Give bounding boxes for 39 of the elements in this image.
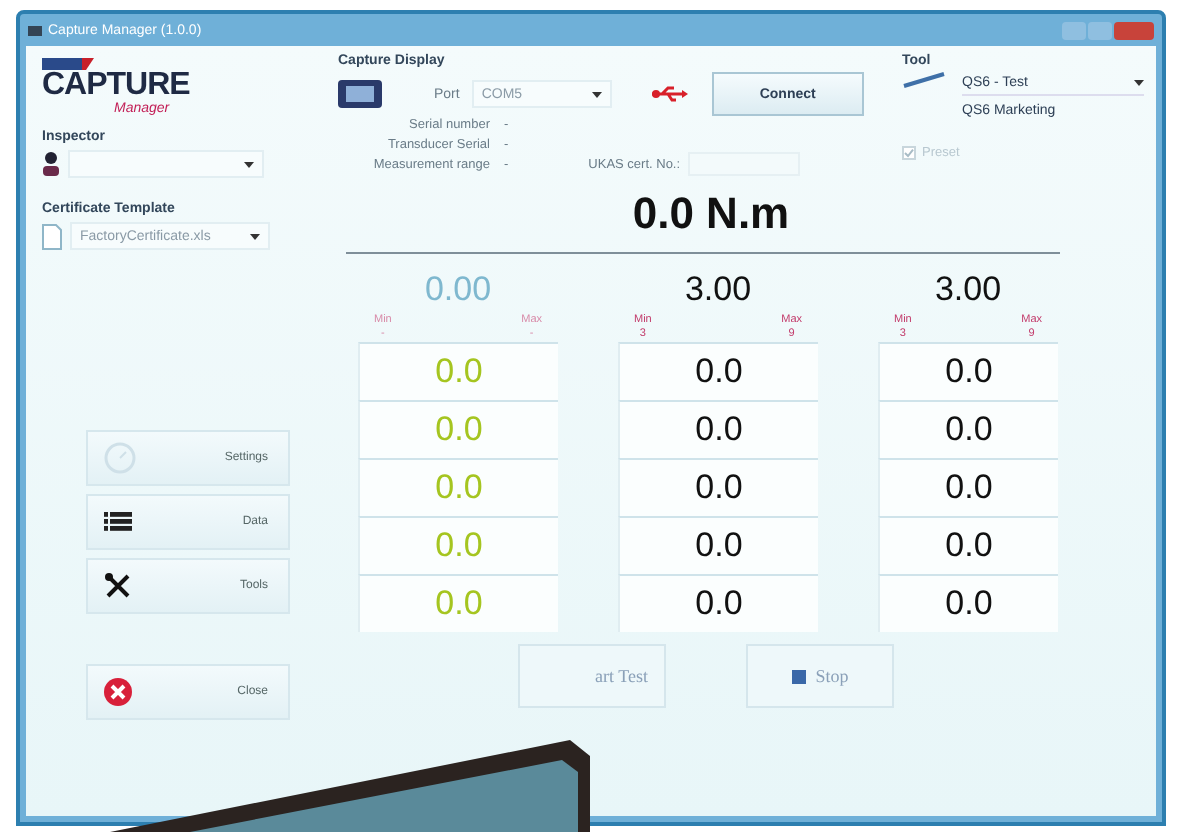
reading-cell: 0.0 xyxy=(618,574,818,632)
reading-cell: 0.0 xyxy=(878,574,1058,632)
usb-icon xyxy=(651,86,688,102)
tools-icon xyxy=(104,572,132,600)
logo-title: CAPTURE xyxy=(42,70,190,102)
reading-cell: 0.0 xyxy=(618,516,818,574)
app-icon xyxy=(28,25,42,35)
document-icon xyxy=(42,223,62,249)
reading-cell: 0.0 xyxy=(358,574,558,632)
reading-cell: 0.0 xyxy=(878,516,1058,574)
reading-cell: 0.0 xyxy=(358,458,558,516)
reading-cell: 0.0 xyxy=(358,342,558,400)
logo-badge-icon xyxy=(42,58,94,70)
reading-cell: 0.0 xyxy=(878,342,1058,400)
reading-cell: 0.0 xyxy=(358,400,558,458)
reading-cell: 0.0 xyxy=(358,516,558,574)
device-icon xyxy=(338,80,382,108)
minimize-button[interactable] xyxy=(1062,21,1086,39)
caret-icon xyxy=(244,161,254,167)
list-icon xyxy=(104,512,132,532)
reading-cell: 0.0 xyxy=(618,458,818,516)
target-value: 0.00 xyxy=(422,270,494,310)
reading-cell: 0.0 xyxy=(878,458,1058,516)
torque-reading: 0.0 N.m xyxy=(630,188,792,240)
caret-icon xyxy=(591,91,602,97)
maximize-button[interactable] xyxy=(1088,21,1112,39)
target-value: 3.00 xyxy=(682,270,754,310)
inspector-dropdown[interactable] xyxy=(68,150,264,178)
close-icon xyxy=(104,678,132,706)
gauge-icon xyxy=(104,442,136,474)
close-window-button[interactable] xyxy=(1114,21,1154,39)
reading-cell: 0.0 xyxy=(618,400,818,458)
stop-icon xyxy=(791,669,806,683)
caret-icon xyxy=(1134,80,1144,86)
target-value: 3.00 xyxy=(932,270,1004,310)
person-icon xyxy=(42,152,60,176)
caret-icon xyxy=(250,233,260,239)
reading-cell: 0.0 xyxy=(618,342,818,400)
reading-cell: 0.0 xyxy=(878,400,1058,458)
